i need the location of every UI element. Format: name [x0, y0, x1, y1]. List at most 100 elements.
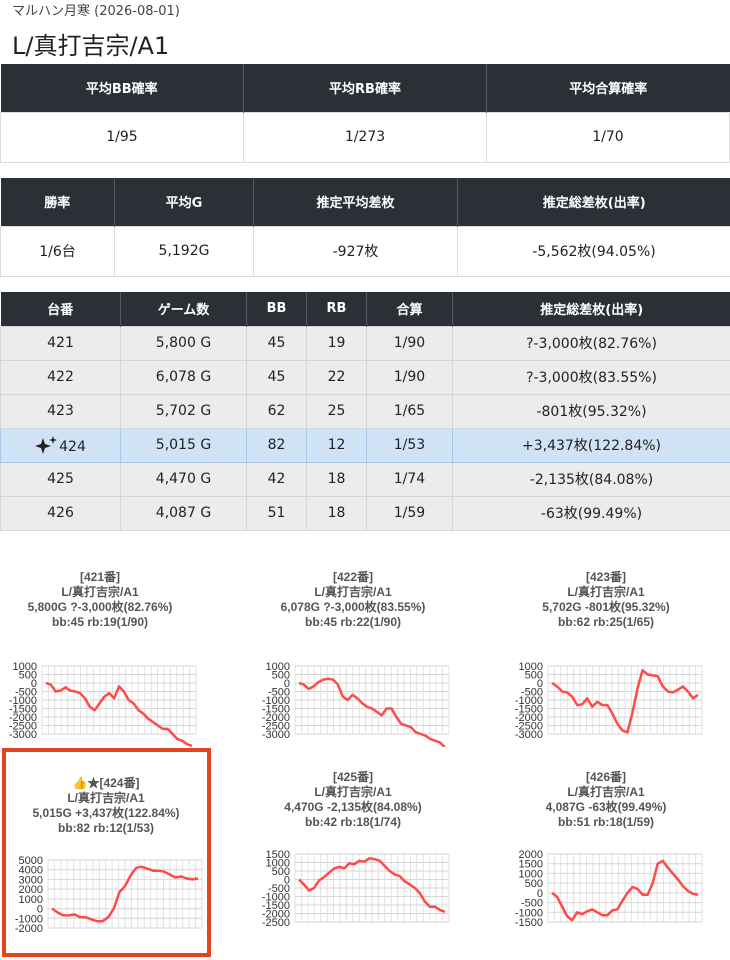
table-row[interactable]: 421 5,800 G 45 19 1/90 ?-3,000枚(82.76%): [0, 325, 730, 361]
table-header-row: 平均BB確率 平均RB確率 平均合算確率: [0, 64, 730, 112]
card-machine-name: L/真打吉宗/A1: [567, 785, 645, 799]
y-tick-label: -3000: [262, 729, 290, 741]
value-avg-diff: -927枚: [253, 225, 458, 277]
header-avg-diff: 推定平均差枚: [253, 178, 458, 226]
result-summary-table: 勝率 平均G 推定平均差枚 推定総差枚(出率) 1/6台 5,192G -927…: [0, 178, 730, 277]
cell-machine-no: 423: [0, 393, 121, 429]
machine-card-423[interactable]: [423番] L/真打吉宗/A1 5,702G -801枚(95.32%) bb…: [506, 546, 706, 741]
cell-total: 1/90: [366, 359, 453, 395]
card-chart-423: 10005000-500-1000-1500-2000-2500-3000: [515, 662, 703, 741]
cell-bb: 45: [246, 325, 307, 361]
card-games-diff: 4,470G -2,135枚(84.08%): [284, 800, 422, 814]
cell-rb: 19: [306, 325, 367, 361]
table-header-row: 勝率 平均G 推定平均差枚 推定総差枚(出率): [0, 178, 730, 226]
cell-diff: -2,135枚(84.08%): [452, 461, 730, 497]
machine-card-426[interactable]: [426番] L/真打吉宗/A1 4,087G -63枚(99.49%) bb:…: [506, 752, 706, 946]
header-avg-games: 平均G: [114, 178, 254, 226]
header-bb: BB: [246, 292, 307, 326]
card-games-diff: 4,087G -63枚(99.49%): [545, 800, 667, 814]
card-bb-rb: bb:45 rb:22(1/90): [304, 615, 402, 629]
card-machine-no: [426番]: [585, 770, 626, 784]
card-machine-name: L/真打吉宗/A1: [61, 585, 139, 599]
cell-bb: 62: [246, 393, 307, 429]
card-machine-no: [425番]: [332, 770, 373, 784]
table-row[interactable]: 422 6,078 G 45 22 1/90 ?-3,000枚(83.55%): [0, 359, 730, 395]
y-tick-label: -3000: [515, 729, 543, 741]
cell-diff: -63枚(99.49%): [452, 495, 730, 531]
cell-rb: 25: [306, 393, 367, 429]
page-subtitle: マルハン月寒 (2026-08-01): [12, 4, 180, 19]
card-games-diff: 6,078G ?-3,000枚(83.55%): [280, 600, 426, 614]
y-tick-label: -2500: [262, 917, 290, 929]
cell-bb: 45: [246, 359, 307, 395]
cell-diff: -801枚(95.32%): [452, 393, 730, 429]
table-row: 1/95 1/273 1/70: [0, 111, 730, 163]
header-avg-total: 平均合算確率: [486, 64, 730, 112]
card-bb-rb: bb:51 rb:18(1/59): [557, 815, 655, 829]
machine-card-425[interactable]: [425番] L/真打吉宗/A1 4,470G -2,135枚(84.08%) …: [253, 752, 453, 946]
value-win-rate: 1/6台: [0, 225, 115, 277]
card-machine-no: [423番]: [585, 570, 626, 584]
card-bb-rb: bb:45 rb:19(1/90): [51, 615, 149, 629]
value-avg-total: 1/70: [486, 111, 730, 163]
table-row[interactable]: 423 5,702 G 62 25 1/65 -801枚(95.32%): [0, 393, 730, 429]
machine-card-422[interactable]: [422番] L/真打吉宗/A1 6,078G ?-3,000枚(83.55%)…: [253, 546, 453, 747]
cell-total: 1/65: [366, 393, 453, 429]
card-games-diff: 5,800G ?-3,000枚(82.76%): [27, 600, 173, 614]
header-total-diff: 推定総差枚(出率): [457, 178, 730, 226]
cell-machine-no: 425: [0, 461, 121, 497]
table-row[interactable]: 425 4,470 G 42 18 1/74 -2,135枚(84.08%): [0, 461, 730, 497]
cell-rb: 18: [306, 461, 367, 497]
header-machine-no: 台番: [0, 292, 121, 326]
card-machine-name: L/真打吉宗/A1: [314, 585, 392, 599]
cell-diff: ?-3,000枚(82.76%): [452, 325, 730, 361]
cell-games: 5,702 G: [120, 393, 247, 429]
cell-diff: +3,437枚(122.84%): [452, 427, 730, 463]
table-header-row: 台番 ゲーム数 BB RB 合算 推定総差枚(出率): [0, 292, 730, 326]
card-chart-425: 150010005000-500-1000-1500-2000-2500: [262, 850, 450, 929]
machine-no-label: 424: [59, 438, 86, 455]
cell-bb: 82: [246, 427, 307, 463]
header-avg-rb: 平均RB確率: [243, 64, 487, 112]
card-machine-name: L/真打吉宗/A1: [314, 785, 392, 799]
probability-summary-table: 平均BB確率 平均RB確率 平均合算確率 1/95 1/273 1/70: [0, 64, 730, 163]
header-win-rate: 勝率: [0, 178, 115, 226]
cell-diff: ?-3,000枚(83.55%): [452, 359, 730, 395]
cell-total: 1/90: [366, 325, 453, 361]
table-row: 1/6台 5,192G -927枚 -5,562枚(94.05%): [0, 225, 730, 277]
value-avg-rb: 1/273: [243, 111, 487, 163]
header-games: ゲーム数: [120, 292, 247, 326]
y-tick-label: -3000: [9, 729, 37, 741]
cell-machine-no: 426: [0, 495, 121, 531]
cell-rb: 12: [306, 427, 367, 463]
cell-bb: 42: [246, 461, 307, 497]
machine-table: 台番 ゲーム数 BB RB 合算 推定総差枚(出率) 421 5,800 G 4…: [0, 292, 730, 531]
cell-machine-no: 424: [0, 427, 121, 463]
cell-total: 1/59: [366, 495, 453, 531]
card-chart-421: 10005000-500-1000-1500-2000-2500-3000: [9, 662, 197, 747]
card-games-diff: 5,702G -801枚(95.32%): [542, 600, 670, 614]
cell-bb: 51: [246, 495, 307, 531]
cell-games: 4,087 G: [120, 495, 247, 531]
cell-rb: 22: [306, 359, 367, 395]
cell-total: 1/53: [366, 427, 453, 463]
cell-games: 4,470 G: [120, 461, 247, 497]
cell-games: 6,078 G: [120, 359, 247, 395]
cell-rb: 18: [306, 495, 367, 531]
table-row[interactable]: 426 4,087 G 51 18 1/59 -63枚(99.49%): [0, 495, 730, 531]
value-total-diff: -5,562枚(94.05%): [457, 225, 730, 277]
cell-games: 5,800 G: [120, 325, 247, 361]
card-machine-no: [421番]: [79, 570, 120, 584]
cell-games: 5,015 G: [120, 427, 247, 463]
value-avg-bb: 1/95: [0, 111, 244, 163]
machine-card-421[interactable]: [421番] L/真打吉宗/A1 5,800G ?-3,000枚(82.76%)…: [0, 546, 200, 747]
y-tick-label: -1500: [515, 917, 543, 929]
card-bb-rb: bb:62 rb:25(1/65): [557, 615, 655, 629]
sparkle-icon: [35, 435, 58, 454]
table-row-highlighted[interactable]: 424 5,015 G 82 12 1/53 +3,437枚(122.84%): [0, 427, 730, 463]
header-avg-bb: 平均BB確率: [0, 64, 244, 112]
value-avg-games: 5,192G: [114, 225, 254, 277]
highlight-frame: [2, 748, 211, 957]
card-chart-422: 10005000-500-1000-1500-2000-2500-3000: [262, 662, 450, 747]
card-machine-name: L/真打吉宗/A1: [567, 585, 645, 599]
